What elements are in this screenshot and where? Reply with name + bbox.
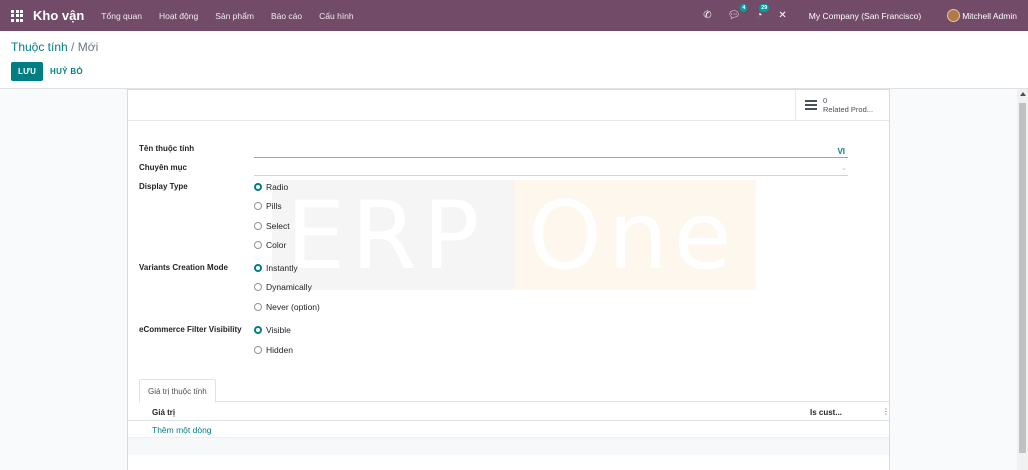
ecommerce-visibility-label: eCommerce Filter Visibility [139,325,242,334]
phone-icon[interactable]: ✆ [703,10,711,21]
ecommerce-visible[interactable]: Visible [254,325,291,335]
chevron-down-icon: ⌄ [841,165,847,172]
variants-mode-label: Variants Creation Mode [139,263,228,272]
form-sheet: 0 Related Prod... ERP One Tên thuộc tính… [127,89,890,470]
variants-instantly[interactable]: Instantly [254,263,298,273]
notebook-tabs: Giá trị thuộc tính [139,379,889,403]
related-products-label: Related Prod... [823,105,874,114]
list-header: Giá trị Is cust... ⋮ [128,403,890,421]
scrollbar[interactable] [1017,89,1028,470]
category-label: Chuyên mục [139,163,188,172]
scrollbar-thumb[interactable] [1019,103,1026,453]
list-empty-row [128,438,889,455]
main-menu: Tổng quan Hoạt động Sản phẩm Báo cáo Cấu… [101,11,370,21]
language-button[interactable]: VI [837,147,845,156]
display-type-radio[interactable]: Radio [254,182,288,192]
breadcrumb-parent[interactable]: Thuộc tính [11,40,68,54]
optional-columns-icon[interactable]: ⋮ [882,407,890,416]
related-products-count: 0 [823,96,828,105]
variants-never[interactable]: Never (option) [254,302,320,312]
watermark-left-text: ERP [286,182,486,291]
avatar[interactable] [947,9,961,22]
related-products-button[interactable]: 0 Related Prod... [795,90,889,120]
menu-item-overview[interactable]: Tổng quan [101,11,142,21]
activities-badge: 29 [759,4,770,12]
add-line-link[interactable]: Thêm một dòng [152,425,212,435]
navbar-systray: ✆ 💬︎ 4 ◔ 29 ✕ My Company (San Francisco) M… [703,0,1028,31]
category-field[interactable]: ⌄ [254,163,848,176]
app-brand[interactable]: Kho vận [33,8,84,23]
breadcrumb-current: Mới [77,40,99,54]
apps-menu-icon[interactable] [11,9,23,22]
save-button[interactable]: LƯU [11,62,44,81]
close-icon[interactable]: ✕ [778,10,786,21]
add-line-row: Thêm một dòng [128,421,889,438]
display-type-label: Display Type [139,182,188,191]
top-navbar: Kho vận Tổng quan Hoạt động Sản phẩm Báo… [0,0,1028,31]
messages-icon[interactable]: 💬︎ 4 [728,4,748,21]
list-icon [805,100,817,110]
menu-item-products[interactable]: Sản phẩm [215,11,254,21]
tab-attribute-values[interactable]: Giá trị thuộc tính [139,379,216,403]
discard-button[interactable]: HUỶ BỎ [50,62,83,81]
menu-item-reporting[interactable]: Báo cáo [271,11,302,21]
menu-item-configuration[interactable]: Cấu hình [319,11,354,21]
button-box: 0 Related Prod... [128,90,889,121]
messages-badge: 4 [740,4,748,12]
name-label: Tên thuộc tính [139,144,195,153]
display-type-color[interactable]: Color [254,240,286,250]
name-field[interactable]: VI [254,145,848,158]
scroll-up-icon[interactable] [1020,92,1026,96]
user-menu[interactable]: Mitchell Admin [962,11,1017,21]
company-switcher[interactable]: My Company (San Francisco) [809,11,921,21]
ecommerce-hidden[interactable]: Hidden [254,345,293,355]
column-value[interactable]: Giá trị [152,408,175,417]
control-panel: Thuộc tính / Mới LƯU HUỶ BỎ [0,31,1028,89]
activities-icon[interactable]: ◔ 29 [756,4,770,21]
breadcrumb-separator: / [71,40,75,54]
menu-item-operations[interactable]: Hoạt động [159,11,198,21]
display-type-select[interactable]: Select [254,221,290,231]
column-is-custom[interactable]: Is cust... [810,408,842,417]
variants-dynamically[interactable]: Dynamically [254,282,312,292]
watermark-right-text: One [528,182,738,291]
watermark: ERP One [272,180,756,291]
display-type-pills[interactable]: Pills [254,201,282,211]
breadcrumb: Thuộc tính / Mới [11,40,98,54]
